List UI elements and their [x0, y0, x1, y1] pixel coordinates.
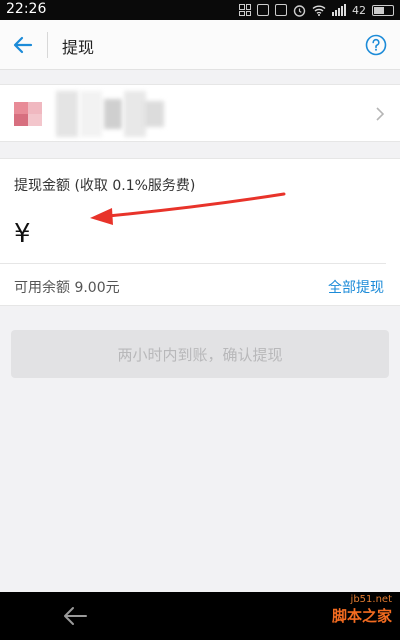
- apps-icon: [239, 4, 251, 16]
- bank-card-selector[interactable]: [0, 84, 400, 142]
- status-time: 22:26: [6, 1, 47, 17]
- signal-icon: [332, 4, 346, 16]
- amount-label: 提现金额 (收取 0.1%服务费): [14, 178, 196, 194]
- withdraw-all-link[interactable]: 全部提现: [328, 277, 384, 297]
- page-title: 提现: [62, 38, 95, 57]
- title-divider: [47, 32, 48, 58]
- battery-icon: [372, 4, 394, 16]
- arrow-left-icon: [13, 36, 33, 54]
- watermark: jb51.net 脚本之家: [332, 594, 392, 626]
- amount-input[interactable]: [44, 215, 304, 255]
- currency-symbol: ¥: [14, 219, 31, 249]
- bank-name-blurred: [56, 89, 166, 139]
- amount-divider: [0, 263, 386, 264]
- watermark-text: 脚本之家: [331, 607, 392, 625]
- status-icons: 42: [239, 2, 394, 18]
- back-button[interactable]: [10, 32, 36, 58]
- confirm-withdraw-button[interactable]: 两小时内到账，确认提现: [11, 330, 389, 378]
- available-balance: 可用余额 9.00元: [14, 280, 120, 296]
- bank-logo: [14, 102, 42, 126]
- wifi-icon: [312, 5, 326, 16]
- image-icon: [257, 4, 269, 16]
- help-circle-icon: [365, 34, 387, 56]
- notification-icon: [275, 4, 287, 16]
- chevron-right-icon: [376, 107, 385, 121]
- status-bar: 22:26 42: [0, 0, 400, 20]
- nav-back-icon[interactable]: [62, 604, 88, 628]
- title-bar: 提现: [0, 20, 400, 70]
- alarm-icon: [293, 4, 306, 17]
- help-button[interactable]: [364, 33, 388, 57]
- battery-level: 42: [352, 3, 366, 17]
- amount-card: 提现金额 (收取 0.1%服务费) ¥ 可用余额 9.00元 全部提现: [0, 158, 400, 306]
- watermark-url: jb51.net: [350, 594, 392, 605]
